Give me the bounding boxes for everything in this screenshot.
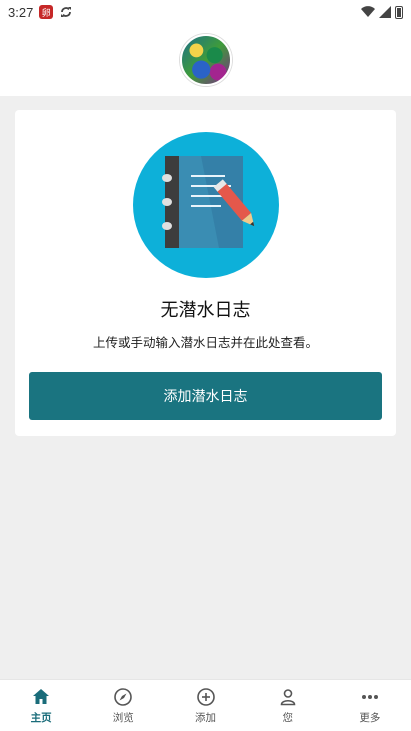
plus-circle-icon bbox=[196, 687, 215, 706]
more-icon bbox=[361, 694, 378, 699]
status-left: 3:27 卵 bbox=[8, 5, 73, 20]
nav-item-you[interactable]: 您 bbox=[247, 680, 329, 731]
wifi-icon bbox=[361, 6, 375, 18]
nav-item-browse[interactable]: 浏览 bbox=[82, 680, 164, 731]
empty-logbook-card: 无潜水日志 上传或手动输入潜水日志并在此处查看。 添加潜水日志 bbox=[15, 110, 396, 436]
empty-state-title: 无潜水日志 bbox=[160, 300, 251, 321]
person-icon bbox=[280, 688, 296, 705]
nav-item-home[interactable]: 主页 bbox=[0, 680, 82, 731]
add-dive-log-button[interactable]: 添加潜水日志 bbox=[29, 372, 382, 420]
nav-label-add: 添加 bbox=[195, 711, 216, 724]
sync-icon bbox=[61, 7, 72, 17]
empty-state-description: 上传或手动输入潜水日志并在此处查看。 bbox=[92, 335, 318, 350]
app-notification-icon: 卵 bbox=[39, 5, 54, 19]
nav-item-add[interactable]: 添加 bbox=[164, 680, 246, 731]
nav-label-you: 您 bbox=[282, 711, 293, 724]
signal-icon bbox=[379, 6, 391, 18]
nav-item-more[interactable]: 更多 bbox=[329, 680, 411, 731]
home-icon bbox=[33, 688, 50, 704]
nav-label-more: 更多 bbox=[359, 711, 381, 724]
nav-label-browse: 浏览 bbox=[112, 711, 134, 724]
logbook-illustration-icon bbox=[132, 132, 279, 278]
nav-label-home: 主页 bbox=[30, 711, 52, 724]
status-bar: 3:27 卵 bbox=[0, 0, 411, 24]
battery-icon bbox=[395, 5, 403, 19]
compass-icon bbox=[114, 687, 133, 706]
status-right bbox=[361, 5, 403, 19]
status-time: 3:27 bbox=[8, 4, 34, 20]
bottom-nav: 主页 浏览 添加 您 更多 bbox=[0, 679, 411, 731]
header bbox=[0, 24, 411, 96]
avatar[interactable] bbox=[179, 34, 232, 86]
